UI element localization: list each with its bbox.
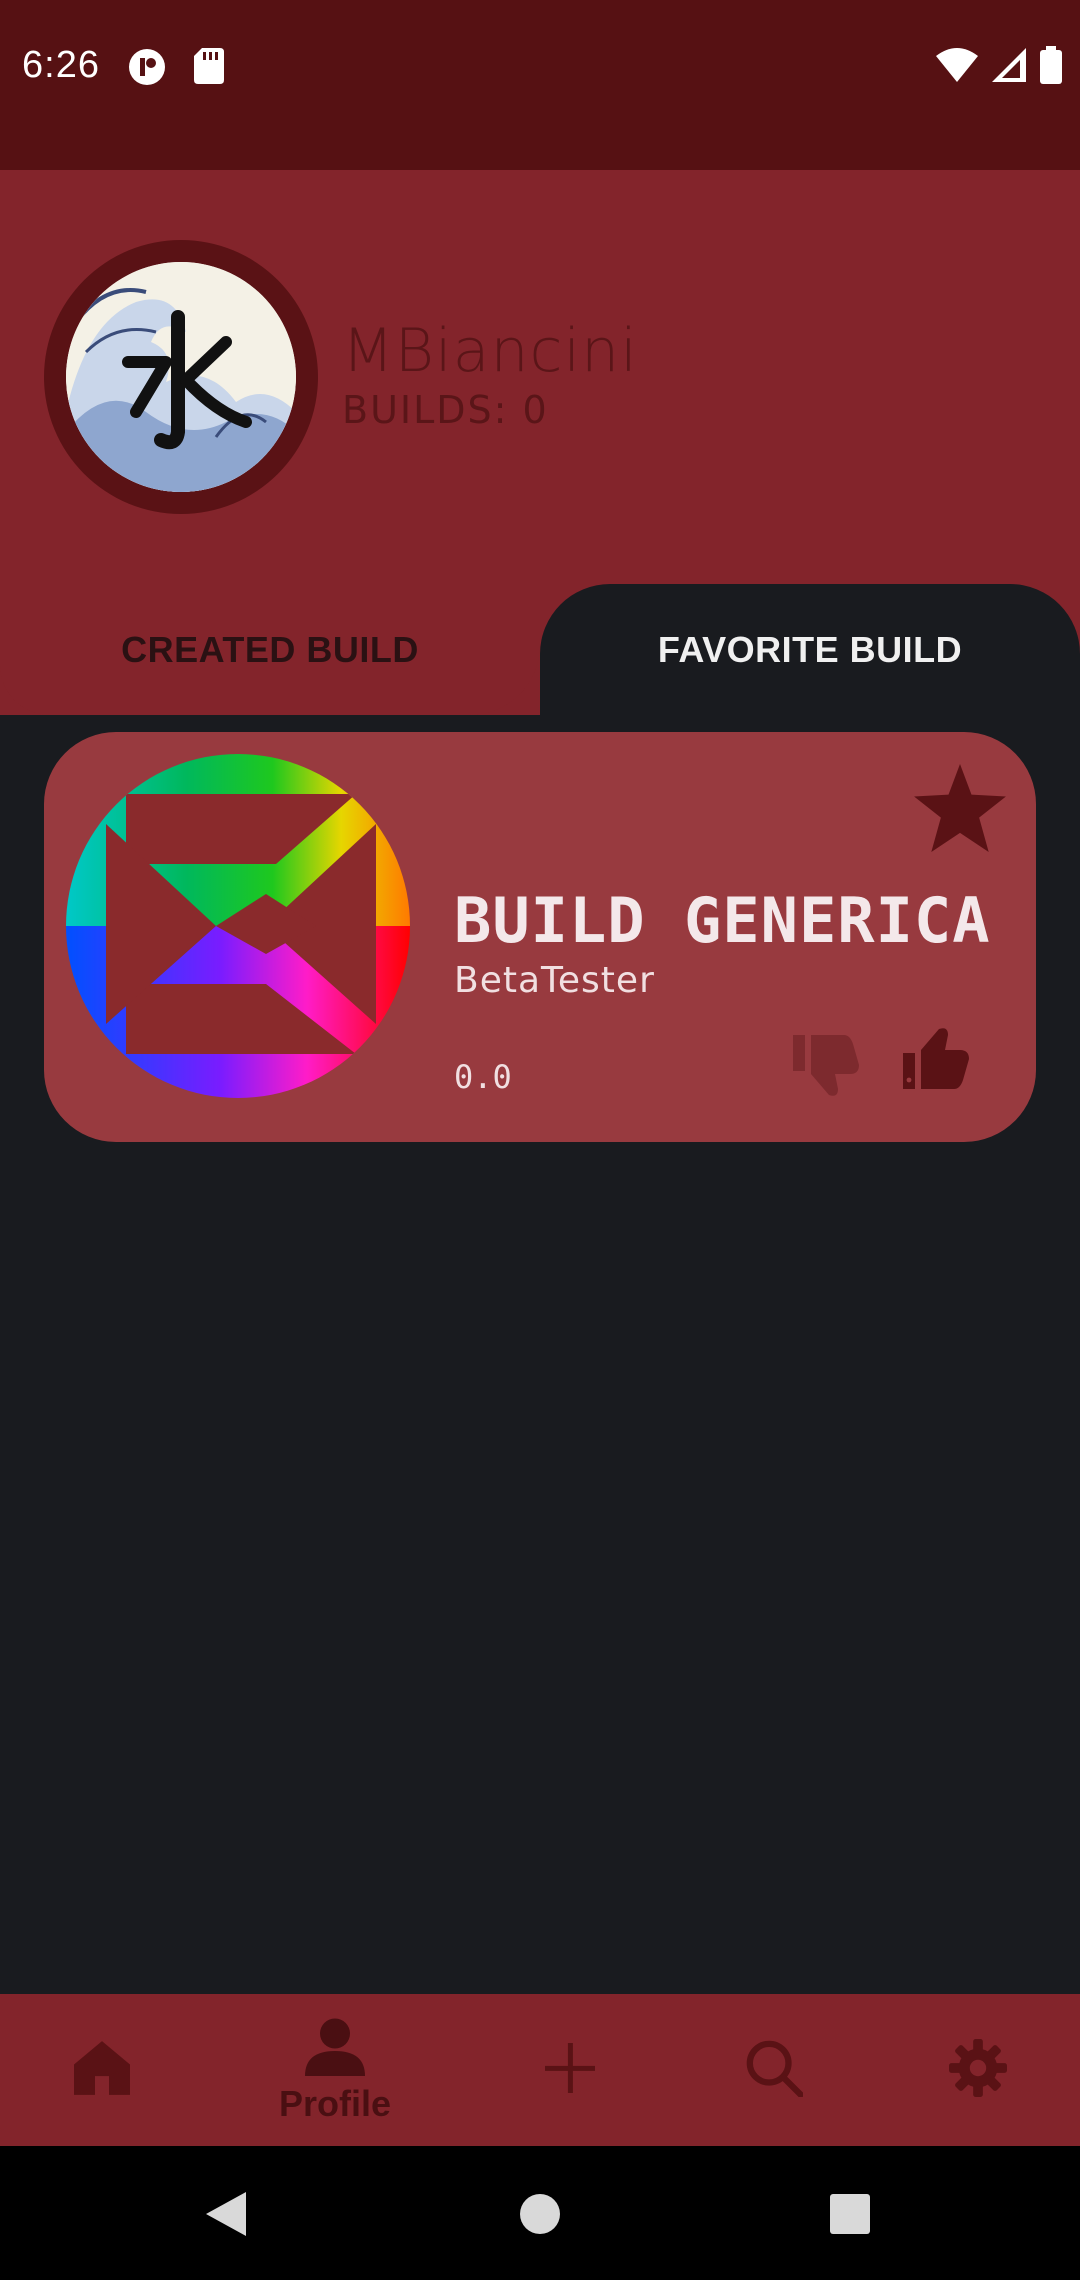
tab-created-build[interactable]: CREATED BUILD xyxy=(0,584,540,715)
avatar[interactable] xyxy=(66,262,296,492)
nav-profile[interactable]: Profile xyxy=(260,1994,410,2146)
back-icon[interactable] xyxy=(206,2192,246,2240)
nav-add[interactable] xyxy=(540,1994,600,2146)
sd-card-icon xyxy=(194,48,224,88)
settings-icon xyxy=(949,2039,1007,2101)
build-title: BUILD GENERICA xyxy=(454,884,991,957)
home-circle-icon[interactable] xyxy=(520,2194,560,2238)
add-icon xyxy=(545,2043,595,2097)
tab-favorite-build[interactable]: FAVORITE BUILD xyxy=(540,584,1080,715)
status-bar: 6:26 xyxy=(0,0,1080,170)
nav-settings[interactable] xyxy=(946,1994,1010,2146)
recents-icon[interactable] xyxy=(830,2194,870,2238)
bottom-navigation: Profile xyxy=(0,1994,1080,2146)
nav-search[interactable] xyxy=(742,1994,806,2146)
search-icon xyxy=(745,2039,804,2101)
thumbs-up-icon[interactable] xyxy=(900,1026,972,1102)
thumbs-down-icon[interactable] xyxy=(790,1026,862,1102)
cellular-signal-icon xyxy=(992,48,1026,86)
build-rating: 0.0 xyxy=(454,1058,512,1096)
status-time: 6:26 xyxy=(22,44,100,86)
app-notification-icon xyxy=(128,48,166,90)
build-author: BetaTester xyxy=(454,960,655,1001)
profile-icon xyxy=(305,2015,365,2081)
nav-profile-label: Profile xyxy=(278,2083,392,2124)
profile-username: MBiancini xyxy=(342,316,638,386)
home-icon xyxy=(74,2041,130,2099)
build-thumbnail xyxy=(66,754,410,1098)
wifi-icon xyxy=(936,48,978,86)
nav-home[interactable] xyxy=(50,1994,154,2146)
battery-icon xyxy=(1040,46,1062,88)
profile-builds-count: BUILDS: 0 xyxy=(342,388,549,432)
favorite-star-icon[interactable] xyxy=(914,764,1006,856)
system-navigation-bar xyxy=(0,2146,1080,2280)
